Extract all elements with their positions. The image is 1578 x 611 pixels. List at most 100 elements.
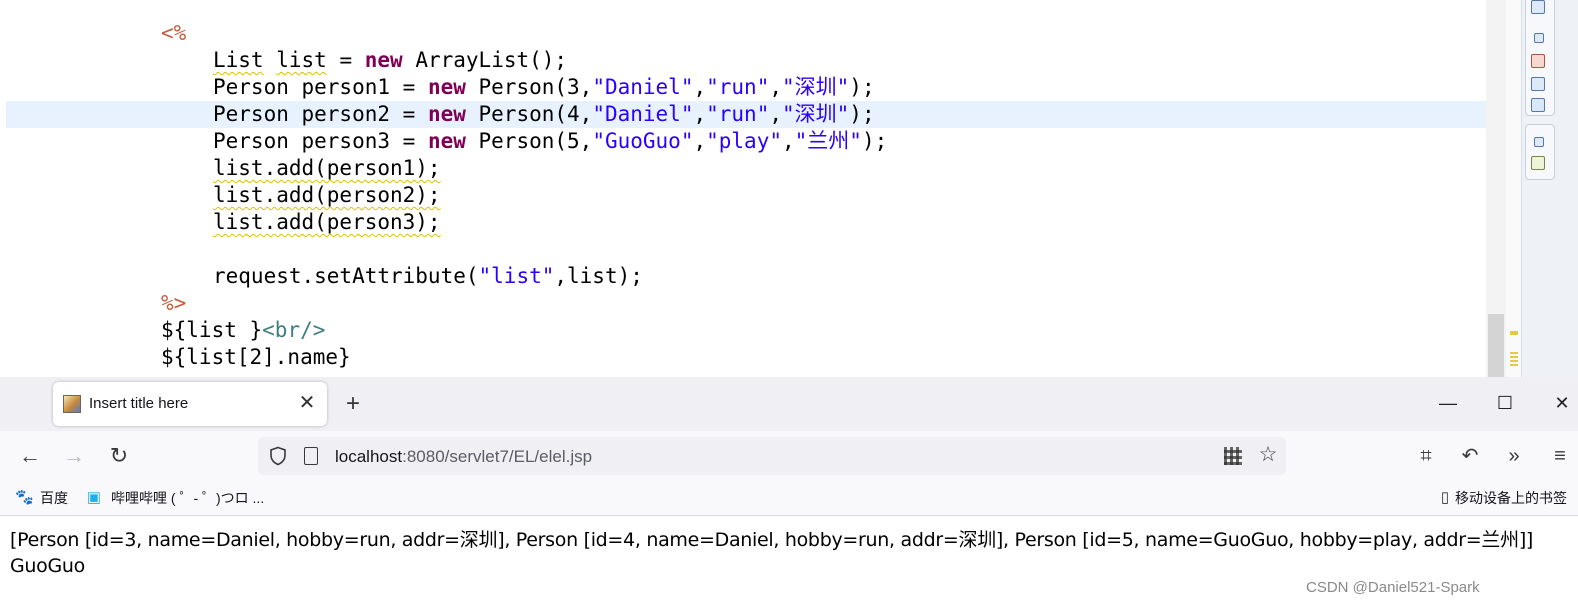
code-line-6[interactable]: list.add(person1); <box>0 155 1486 182</box>
mobile-device-icon: ▯ <box>1440 489 1450 506</box>
qr-code-icon[interactable] <box>1224 447 1242 465</box>
undo-close-icon[interactable]: ↶ <box>1458 444 1482 468</box>
jsp-delimiter: %> <box>161 291 187 315</box>
code-line-1[interactable]: <% <box>0 20 1486 47</box>
reload-button[interactable]: ↻ <box>106 444 132 470</box>
shield-icon[interactable] <box>268 446 288 466</box>
code-token: , <box>693 129 707 153</box>
code-token: ${list } <box>161 318 263 342</box>
code-token: Person(3, <box>465 75 593 99</box>
forward-button[interactable]: → <box>61 444 87 470</box>
code-token: Person person1 = <box>213 75 428 99</box>
page-output-name: GuoGuo <box>10 555 85 577</box>
code-text: request.setAttribute("list",list); <box>213 263 643 290</box>
string-literal: "list" <box>478 264 555 288</box>
code-token: , <box>693 75 707 99</box>
code-token: ); <box>861 129 888 153</box>
mobile-bookmarks-folder[interactable]: 移动设备上的书签 <box>1455 488 1567 508</box>
code-token: , <box>769 75 782 99</box>
properties-view-icon[interactable] <box>1531 77 1545 91</box>
code-token: ); <box>849 102 875 126</box>
code-token: , <box>781 129 795 153</box>
baidu-paw-icon: 🐾 <box>15 489 34 506</box>
tasks-view-icon[interactable] <box>1531 156 1545 170</box>
warning-token: list.add(person1); <box>213 156 441 180</box>
bilibili-tv-icon: ▣ <box>86 489 102 506</box>
code-token: = <box>326 48 365 72</box>
code-token: ArrayList(); <box>402 48 568 72</box>
keyword: new <box>427 75 466 99</box>
code-line-11[interactable]: %> <box>0 290 1486 317</box>
code-text: list.add(person3); <box>213 209 441 236</box>
page-favicon-icon <box>63 395 81 413</box>
code-token: request.setAttribute( <box>213 264 479 288</box>
code-token: , <box>693 102 707 126</box>
code-text: Person person3 = new Person(5,"GuoGuo","… <box>213 128 887 155</box>
window-minimize-button[interactable]: — <box>1435 390 1461 416</box>
code-text: %> <box>161 290 186 317</box>
string-literal: "Daniel" <box>592 102 694 126</box>
page-output-list: [Person [id=3, name=Daniel, hobby=run, a… <box>10 529 1534 551</box>
console-view-icon[interactable] <box>1531 98 1545 112</box>
palette-view-icon[interactable] <box>1531 54 1545 68</box>
warning-token: list.add(person2); <box>213 183 441 207</box>
code-line-2[interactable]: List list = new ArrayList(); <box>0 47 1486 74</box>
editor-scrollbar-thumb[interactable] <box>1488 314 1504 377</box>
code-token: Person(5, <box>465 129 593 153</box>
code-text: List list = new ArrayList(); <box>213 47 567 74</box>
bookmark-bilibili[interactable]: 哔哩哔哩 ( ゜- ゜)つロ ... <box>111 488 264 508</box>
warning-marker[interactable] <box>1510 331 1518 335</box>
code-token: Person person2 = <box>213 102 428 126</box>
jsp-delimiter: <% <box>161 21 187 45</box>
page-info-icon[interactable] <box>304 447 318 465</box>
url-host: localhost <box>335 447 403 466</box>
url-path: :8080/servlet7/EL/elel.jsp <box>402 447 593 466</box>
string-literal: "GuoGuo" <box>592 129 694 153</box>
screenshot-crop-icon[interactable]: ⌗ <box>1414 444 1438 468</box>
string-literal: "深圳" <box>782 75 850 99</box>
restore-view-icon[interactable] <box>1534 33 1544 43</box>
html-tag: <br/> <box>262 318 326 342</box>
back-button[interactable]: ← <box>17 444 43 470</box>
code-line-4-current[interactable]: Person person2 = new Person(4,"Daniel","… <box>6 101 1486 128</box>
tab-title: Insert title here <box>89 395 189 412</box>
warning-token: List <box>213 48 264 72</box>
code-text: Person person2 = new Person(4,"Daniel","… <box>213 101 875 128</box>
restore-view-icon-2[interactable] <box>1534 137 1544 147</box>
new-tab-button[interactable]: + <box>341 391 365 417</box>
code-token: , <box>769 102 782 126</box>
code-line-12[interactable]: ${list }<br/> <box>0 317 1486 344</box>
code-line-8[interactable]: list.add(person3); <box>0 209 1486 236</box>
overview-ruler <box>1506 0 1521 377</box>
code-line-10[interactable]: request.setAttribute("list",list); <box>0 263 1486 290</box>
string-literal: "run" <box>706 75 770 99</box>
code-text: list.add(person2); <box>213 182 441 209</box>
code-token: ); <box>849 75 875 99</box>
more-tools-icon[interactable]: » <box>1502 444 1526 468</box>
warning-token: list <box>276 48 327 72</box>
warning-token: list.add(person3); <box>213 210 441 234</box>
url-text[interactable]: localhost:8080/servlet7/EL/elel.jsp <box>335 446 592 468</box>
code-line-7[interactable]: list.add(person2); <box>0 182 1486 209</box>
code-editor[interactable]: <% List list = new ArrayList(); Person p… <box>0 0 1578 377</box>
code-token: ,list); <box>554 264 643 288</box>
code-line-3[interactable]: Person person1 = new Person(3,"Daniel","… <box>0 74 1486 101</box>
code-token: Person(4, <box>465 102 593 126</box>
window-maximize-button[interactable]: ☐ <box>1492 390 1518 416</box>
hamburger-menu-icon[interactable]: ≡ <box>1548 444 1572 468</box>
window-close-button[interactable]: ✕ <box>1549 390 1575 416</box>
outline-view-icon[interactable] <box>1531 0 1545 14</box>
code-line-13[interactable]: ${list[2].name} <box>0 344 1486 371</box>
warning-marker[interactable] <box>1510 352 1518 366</box>
bookmark-baidu[interactable]: 百度 <box>40 488 68 508</box>
code-text: ${list[2].name} <box>161 344 351 371</box>
bookmark-star-icon[interactable]: ☆ <box>1257 444 1279 466</box>
code-text: ${list }<br/> <box>161 317 325 344</box>
csdn-watermark: CSDN @Daniel521-Spark <box>1306 579 1480 596</box>
string-literal: "兰州" <box>794 129 862 153</box>
code-line-9[interactable] <box>0 236 1486 263</box>
tab-close-icon[interactable]: ✕ <box>297 392 317 414</box>
string-literal: "Daniel" <box>592 75 694 99</box>
code-line-5[interactable]: Person person3 = new Person(5,"GuoGuo","… <box>0 128 1486 155</box>
